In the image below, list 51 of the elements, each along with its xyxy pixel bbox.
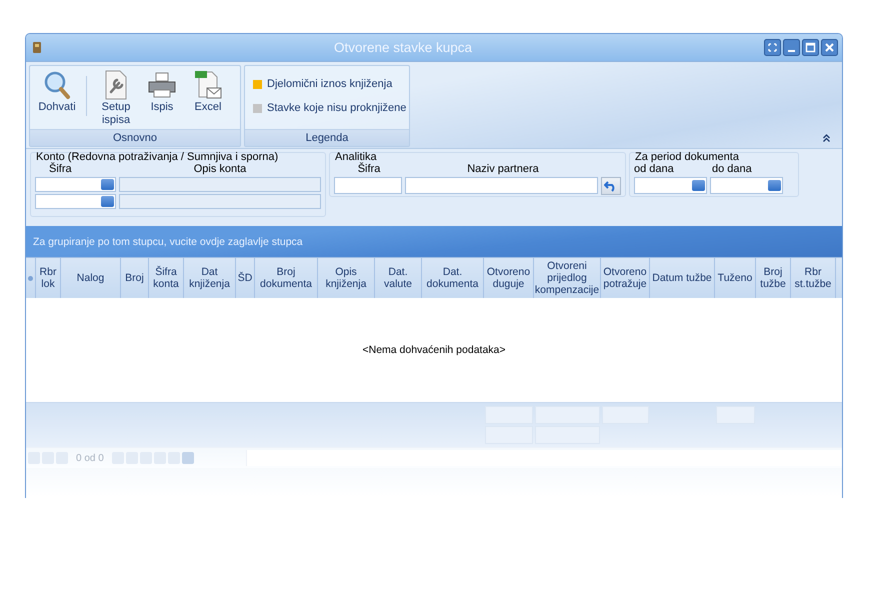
dropdown-icon <box>101 179 114 190</box>
restore-layout-icon[interactable] <box>764 39 781 56</box>
navigator-button[interactable] <box>154 452 166 464</box>
navigator-button[interactable] <box>140 452 152 464</box>
dropdown-icon <box>768 180 781 191</box>
field-label: Naziv partnera <box>466 163 540 175</box>
date-to-combo[interactable] <box>710 177 783 194</box>
minimize-icon[interactable] <box>783 39 800 56</box>
code-combo[interactable] <box>35 177 116 192</box>
navigator-button[interactable] <box>56 452 68 464</box>
date-from-combo[interactable] <box>634 177 707 194</box>
legend-label: Djelomični iznos knjiženja <box>267 78 392 90</box>
dropdown-icon <box>101 196 114 207</box>
field-label: do dana <box>712 163 752 175</box>
group-by-hint: Za grupiranje po tom stupcu, vucite ovdje zaglavlje stupca <box>33 236 303 248</box>
dropdown-icon <box>692 180 705 191</box>
magnifier-icon <box>43 70 71 100</box>
empty-message: <Nema dohvaćenih podataka> <box>362 344 506 356</box>
printer-icon <box>147 70 177 100</box>
reset-button[interactable] <box>600 177 621 195</box>
group-title: Konto (Redovna potraživanja / Sumnjiva i sporna) <box>35 152 280 163</box>
app-icon <box>32 41 42 54</box>
wrench-document-icon <box>103 70 129 100</box>
record-position: 0 od 0 <box>75 452 105 464</box>
partner-code-field[interactable] <box>334 177 402 194</box>
spreadsheet-envelope-icon <box>194 70 222 100</box>
maximize-icon[interactable] <box>802 39 819 56</box>
window-title: Otvorene stavke kupca <box>332 40 474 55</box>
ribbon-group-label: Legenda <box>245 129 409 146</box>
ribbon-button[interactable]: Ispis <box>139 70 185 114</box>
navigator-button[interactable] <box>28 452 40 464</box>
navigator-button[interactable] <box>42 452 54 464</box>
code-combo[interactable] <box>35 194 116 209</box>
ribbon-button[interactable]: Setup ispisa <box>93 70 139 127</box>
navigator-button[interactable] <box>112 452 124 464</box>
field-label: Šifra <box>356 163 382 175</box>
ribbon-group-label: Osnovno <box>30 129 240 146</box>
navigator-button[interactable] <box>168 452 180 464</box>
field-label: od dana <box>634 163 675 175</box>
group-title: Analitika <box>334 152 377 163</box>
close-icon[interactable] <box>821 39 838 56</box>
ribbon-button[interactable]: Dohvati <box>34 70 80 114</box>
ribbon-button[interactable]: Excel <box>185 70 231 114</box>
navigator-button[interactable] <box>126 452 138 464</box>
legend-label: Stavke koje nisu proknjižene <box>267 102 406 114</box>
collapse-chevron-icon[interactable] <box>823 134 830 142</box>
navigator-button[interactable] <box>182 452 194 464</box>
field-label: Šifra <box>48 163 72 175</box>
field-label: Opis konta <box>192 163 248 175</box>
group-title: Za period dokumenta <box>634 152 740 163</box>
partner-name-field[interactable] <box>405 177 598 194</box>
